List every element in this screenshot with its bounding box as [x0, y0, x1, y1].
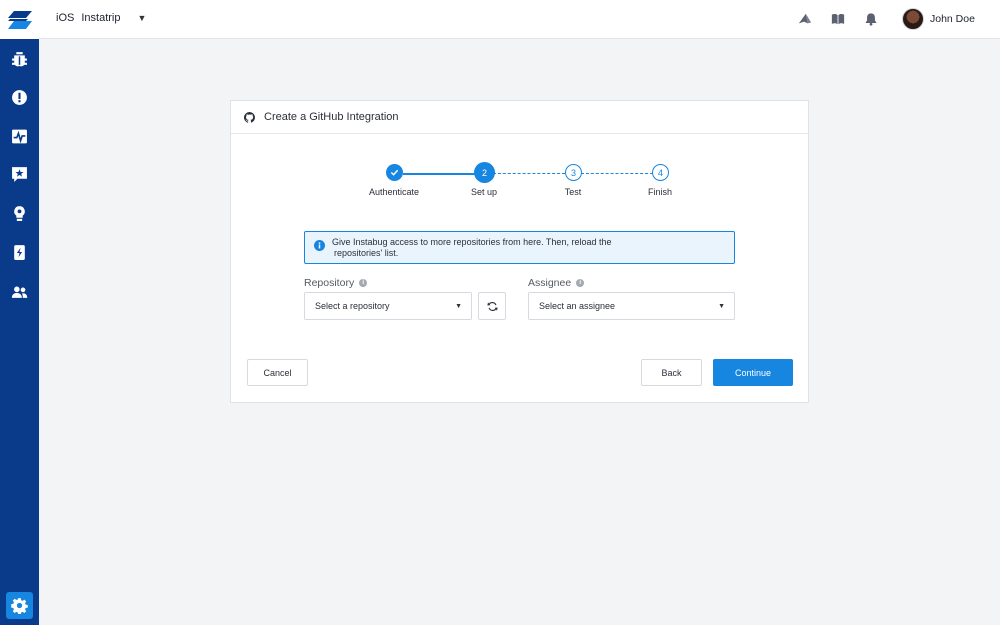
assignee-label-text: Assignee [528, 277, 572, 289]
crash-icon [12, 89, 27, 105]
info-icon [314, 240, 325, 251]
sidebar-item-settings[interactable] [6, 592, 33, 619]
app-apm-icon [14, 244, 25, 260]
dialog-header: Create a GitHub Integration [231, 101, 808, 134]
repository-select-value: Select a repository [315, 301, 390, 311]
stepper-connector-complete [403, 173, 483, 175]
user-menu[interactable]: John Doe [902, 8, 975, 30]
top-bar: iOS Instatrip ▼ John Doe [39, 0, 1000, 39]
help-icon[interactable]: i [359, 279, 368, 287]
docs-book-icon[interactable] [831, 12, 845, 26]
github-icon [244, 111, 255, 123]
info-text-line1: Give Instabug access to more repositorie… [332, 237, 612, 247]
repository-label: Repository i [304, 277, 368, 289]
sidebar-item-crashes[interactable] [0, 82, 39, 112]
sidebar-item-bugs[interactable] [0, 43, 39, 73]
assignee-label: Assignee i [528, 277, 585, 289]
step-label-setup: Set up [470, 187, 498, 197]
continue-button[interactable]: Continue [713, 359, 793, 386]
user-name: John Doe [930, 13, 975, 25]
feedback-icon [12, 166, 27, 182]
feature-request-icon [14, 205, 25, 221]
app-switcher[interactable]: iOS Instatrip ▼ [56, 12, 146, 24]
refresh-icon [486, 301, 498, 311]
platform-label: iOS [56, 12, 75, 24]
bug-icon [12, 51, 27, 66]
notifications-bell-icon[interactable] [864, 12, 878, 26]
announcement-icon[interactable] [798, 12, 812, 26]
step-test: 3 [565, 164, 582, 181]
caret-down-icon: ▼ [718, 303, 725, 310]
caret-down-icon: ▼ [455, 303, 462, 310]
info-text-line2: repositories' list. [334, 248, 399, 258]
stepper-connector-pending [581, 173, 653, 174]
reload-repositories-button[interactable] [478, 292, 506, 320]
step-setup-active: 2 [474, 162, 495, 183]
info-text: Give Instabug access to more repositorie… [332, 237, 611, 263]
settings-icon [11, 598, 28, 614]
back-button[interactable]: Back [641, 359, 702, 386]
step-label-test: Test [564, 187, 582, 197]
sidebar-item-team[interactable] [0, 277, 39, 307]
dialog-title: Create a GitHub Integration [264, 111, 399, 123]
caret-down-icon: ▼ [137, 13, 147, 23]
help-icon[interactable]: i [576, 279, 585, 287]
sidebar-item-feedback[interactable] [0, 159, 39, 189]
repository-label-text: Repository [304, 277, 355, 289]
sidebar-item-feature-requests[interactable] [0, 198, 39, 228]
step-authenticate-complete [386, 164, 403, 181]
assignee-select[interactable]: Select an assignee ▼ [528, 292, 735, 320]
assignee-select-value: Select an assignee [539, 301, 616, 311]
repository-select[interactable]: Select a repository ▼ [304, 292, 472, 320]
sidebar-item-apm[interactable] [0, 237, 39, 267]
avatar [902, 8, 924, 30]
sidebar-item-performance[interactable] [0, 121, 39, 151]
step-finish: 4 [652, 164, 669, 181]
step-label-authenticate: Authenticate [368, 187, 420, 197]
app-name: Instatrip [81, 12, 121, 24]
logo-icon [7, 10, 32, 29]
step-label-finish: Finish [647, 187, 673, 197]
info-banner: Give Instabug access to more repositorie… [304, 231, 735, 264]
cancel-button[interactable]: Cancel [247, 359, 308, 386]
team-icon [11, 286, 28, 298]
checkmark-icon [390, 169, 399, 176]
github-integration-dialog: Create a GitHub Integration 2 3 4 Authen… [230, 100, 809, 403]
stepper-connector-pending [493, 173, 565, 174]
performance-icon [12, 129, 27, 143]
sidebar [0, 0, 39, 625]
instabug-logo[interactable] [0, 0, 39, 39]
